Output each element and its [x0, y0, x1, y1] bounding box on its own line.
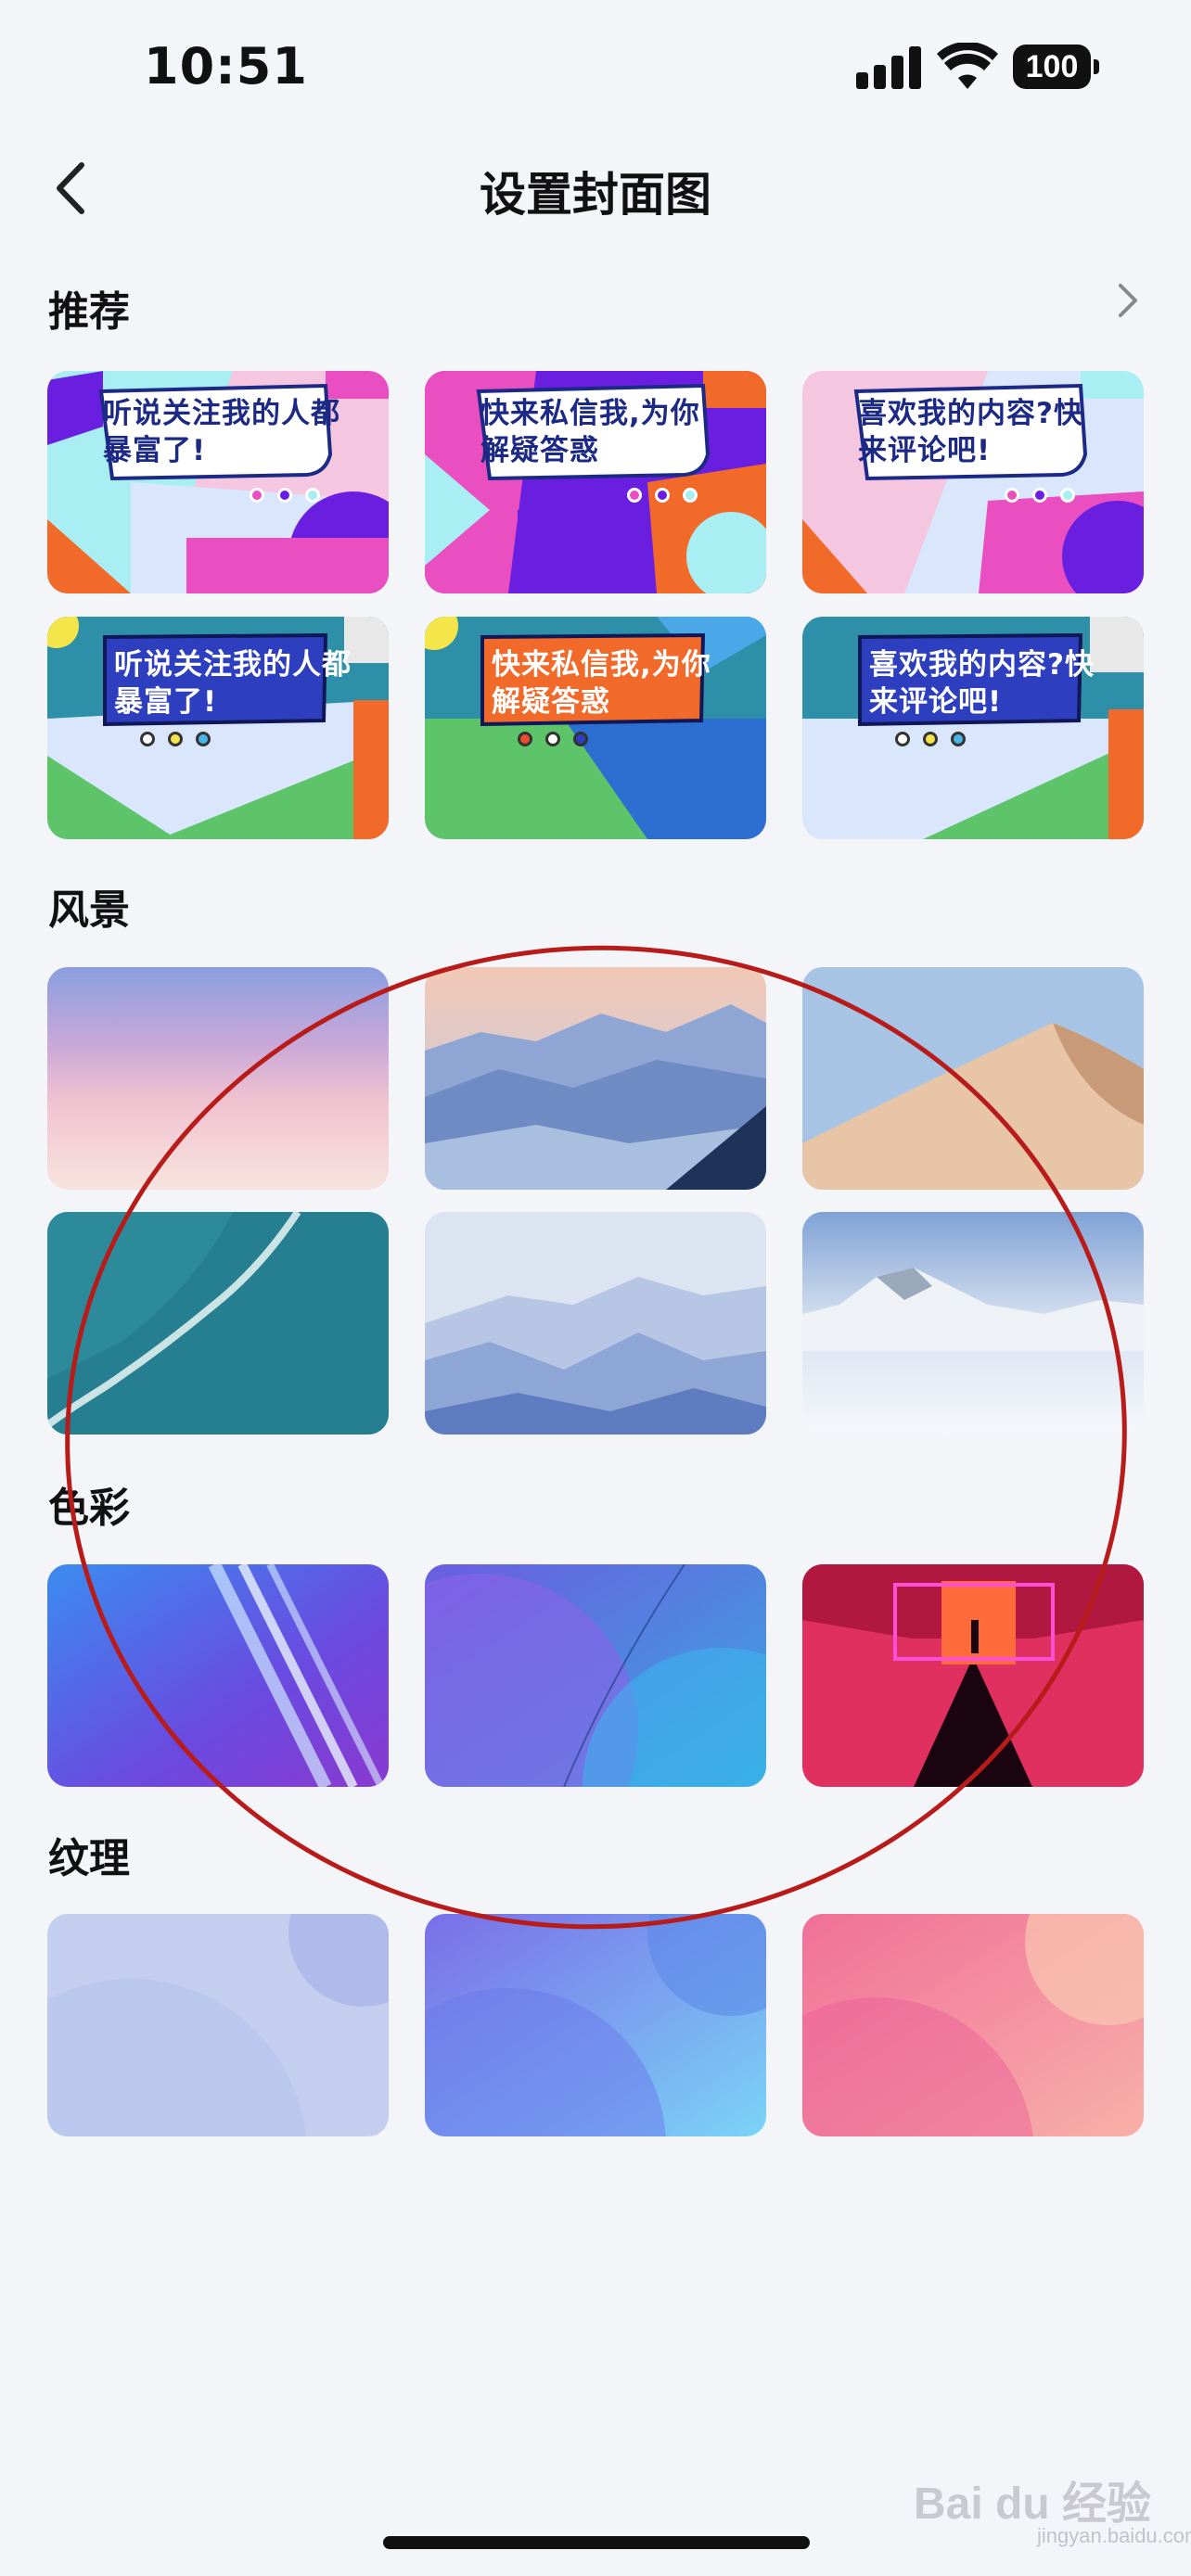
cover-scenery-ocean[interactable]: [47, 1212, 389, 1435]
cover-color-neon-corridor[interactable]: [802, 1564, 1144, 1787]
cover-text: 听说关注我的人都暴富了!: [114, 648, 352, 719]
cover-recommend-6[interactable]: 喜欢我的内容?快来评论吧!: [802, 617, 1144, 839]
cover-color-light-streaks[interactable]: [47, 1564, 389, 1787]
dots-decoration: [1005, 488, 1075, 504]
cover-scenery-mountains[interactable]: [425, 967, 766, 1190]
cover-recommend-2[interactable]: 快来私信我,为你解疑答惑: [425, 371, 766, 593]
cellular-signal-icon: [856, 45, 921, 89]
dots-decoration: [250, 488, 320, 504]
dots-decoration: [627, 488, 698, 504]
cover-text: 喜欢我的内容?快来评论吧!: [858, 397, 1083, 467]
cover-text: 喜欢我的内容?快来评论吧!: [869, 648, 1095, 719]
cover-text: 快来私信我,为你解疑答惑: [480, 397, 700, 467]
hearts-decoration: [140, 732, 211, 748]
section-title-recommend: 推荐: [48, 288, 130, 336]
cover-color-curves[interactable]: [425, 1564, 766, 1787]
cover-scenery-misty-mountains[interactable]: [425, 1212, 766, 1435]
status-bar: 10:51 100: [0, 0, 1191, 139]
cover-text: 快来私信我,为你解疑答惑: [492, 648, 711, 719]
chevron-right-icon[interactable]: [1111, 278, 1145, 323]
cover-recommend-1[interactable]: 听说关注我的人都暴富了!: [47, 371, 389, 593]
wifi-icon: [937, 43, 998, 89]
cover-recommend-5[interactable]: 快来私信我,为你解疑答惑: [425, 617, 766, 839]
battery-level: 100: [1013, 45, 1091, 89]
cover-scenery-desert[interactable]: [802, 967, 1144, 1190]
status-time: 10:51: [144, 37, 308, 96]
cover-texture-blue[interactable]: [425, 1914, 766, 2136]
cover-recommend-3[interactable]: 喜欢我的内容?快来评论吧!: [802, 371, 1144, 593]
hearts-decoration: [518, 732, 588, 748]
nav-bar: 设置封面图: [0, 139, 1191, 241]
section-title-texture: 纹理: [48, 1835, 130, 1882]
watermark-brand: Bai du 经验: [914, 2480, 1152, 2529]
page-title: 设置封面图: [480, 168, 711, 222]
section-title-color: 色彩: [48, 1485, 130, 1532]
cover-text: 听说关注我的人都暴富了!: [103, 397, 340, 467]
battery-icon: 100: [1013, 45, 1099, 89]
watermark-url: jingyan.baidu.com: [1037, 2524, 1191, 2547]
cover-recommend-4[interactable]: 听说关注我的人都暴富了!: [47, 617, 389, 839]
home-indicator[interactable]: [383, 2536, 810, 2549]
cover-texture-lavender[interactable]: [47, 1914, 389, 2136]
cover-scenery-sky[interactable]: [47, 967, 389, 1190]
cover-texture-pink[interactable]: [802, 1914, 1144, 2136]
hearts-decoration: [895, 732, 966, 748]
section-title-scenery: 风景: [48, 886, 130, 934]
cover-scenery-snow[interactable]: [802, 1212, 1144, 1435]
